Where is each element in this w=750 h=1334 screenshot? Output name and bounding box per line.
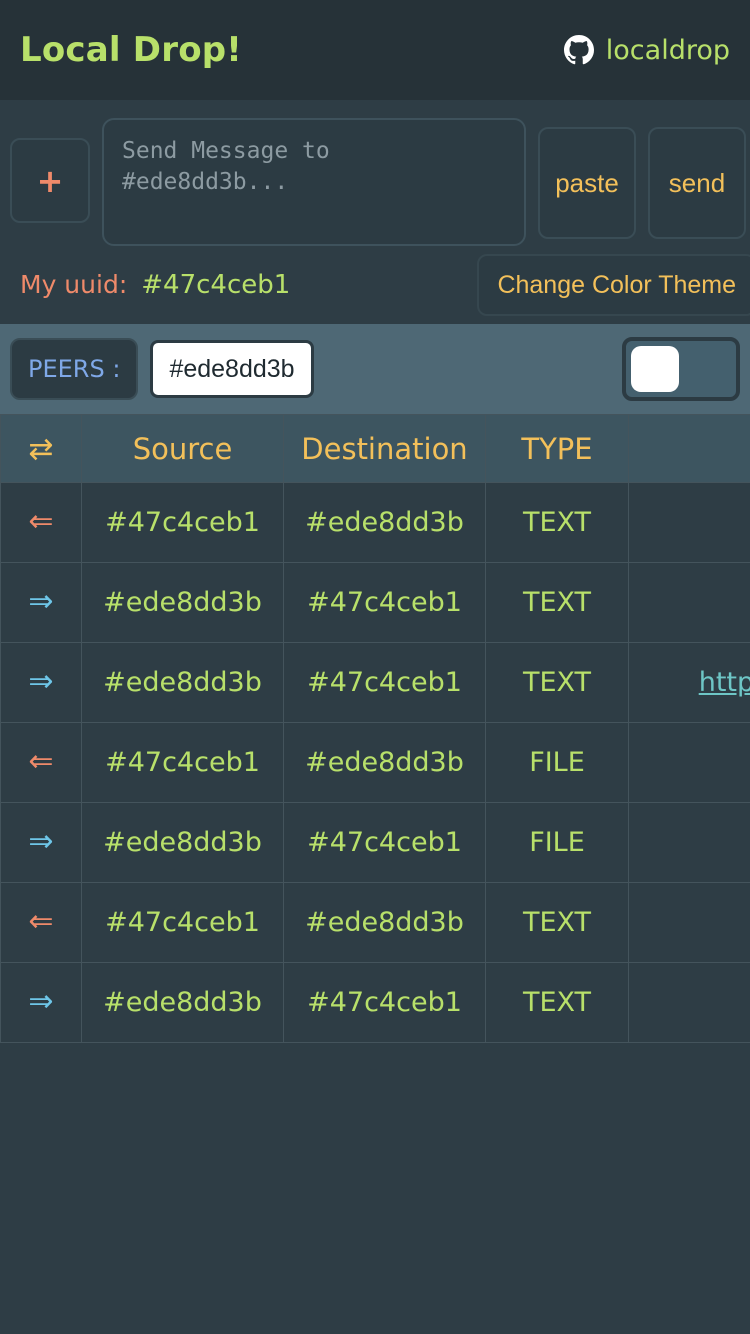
row-type: TEXT [485, 562, 629, 643]
github-icon [563, 35, 594, 65]
row-source: #ede8dd3b [81, 962, 284, 1043]
row-direction: ⇒ [0, 642, 82, 723]
row-type: FILE [485, 722, 629, 803]
transfer-log-table: ⇄ Source Destination TYPE Content ⇐ #47c… [0, 414, 750, 1043]
change-color-theme-button[interactable]: Change Color Theme [477, 254, 750, 316]
arrow-incoming-icon: ⇒ [28, 584, 54, 619]
row-source: #47c4ceb1 [81, 482, 284, 563]
uuid-label: My uuid: [20, 270, 128, 299]
github-label: localdrop [605, 34, 730, 66]
row-source: #ede8dd3b [81, 562, 284, 643]
row-type: FILE [485, 802, 629, 883]
page-title: Local Drop! [20, 30, 243, 70]
table-row[interactable]: ⇒ #ede8dd3b #47c4ceb1 TEXT Message recei… [0, 562, 750, 643]
table-row[interactable]: ⇐ #47c4ceb1 #ede8dd3b FILE temp_25.png [0, 722, 750, 803]
github-link[interactable]: localdrop [563, 34, 730, 66]
add-file-button[interactable]: + [10, 138, 90, 223]
arrow-incoming-icon: ⇒ [28, 984, 54, 1019]
row-direction: ⇒ [0, 962, 82, 1043]
table-header-row: ⇄ Source Destination TYPE Content [0, 414, 750, 483]
row-destination: #ede8dd3b [283, 882, 486, 963]
row-type: TEXT [485, 962, 629, 1043]
row-direction: ⇐ [0, 482, 82, 563]
row-type: TEXT [485, 482, 629, 563]
toggle-knob [631, 346, 679, 392]
arrow-outgoing-icon: ⇐ [28, 504, 54, 539]
plus-icon: + [36, 161, 64, 200]
row-destination: #47c4ceb1 [283, 642, 486, 723]
uuid-value[interactable]: #47c4ceb1 [141, 270, 290, 300]
row-destination: #47c4ceb1 [283, 802, 486, 883]
row-direction: ⇒ [0, 562, 82, 643]
empty-area [0, 1043, 750, 1334]
compose-bar: + paste send [0, 100, 750, 246]
arrow-incoming-icon: ⇒ [28, 664, 54, 699]
arrow-incoming-icon: ⇒ [28, 824, 54, 859]
table-row[interactable]: ⇒ #ede8dd3b #47c4ceb1 FILE passport.pdf [0, 802, 750, 883]
send-button[interactable]: send [648, 127, 746, 239]
row-content[interactable]: temp_25.png [628, 722, 750, 803]
identity-bar: My uuid: #47c4ceb1 Change Color Theme [0, 246, 750, 324]
exchange-arrows-icon: ⇄ [28, 431, 54, 467]
row-destination: #47c4ceb1 [283, 962, 486, 1043]
row-content[interactable]: Hello, world! [628, 482, 750, 563]
peers-toggle[interactable] [622, 337, 740, 401]
row-destination: #ede8dd3b [283, 722, 486, 803]
table-row[interactable]: ⇒ #ede8dd3b #47c4ceb1 TEXT Hello~ [0, 962, 750, 1043]
column-header-direction[interactable]: ⇄ [0, 414, 82, 483]
column-header-type[interactable]: TYPE [485, 414, 629, 483]
message-input[interactable] [102, 118, 526, 246]
row-type: TEXT [485, 882, 629, 963]
row-source: #ede8dd3b [81, 642, 284, 723]
row-direction: ⇐ [0, 722, 82, 803]
peer-chip-selected[interactable]: #ede8dd3b [150, 340, 314, 398]
arrow-outgoing-icon: ⇐ [28, 904, 54, 939]
transfer-log-table-wrapper[interactable]: ⇄ Source Destination TYPE Content ⇐ #47c… [0, 414, 750, 1043]
column-header-destination[interactable]: Destination [283, 414, 486, 483]
row-source: #47c4ceb1 [81, 722, 284, 803]
row-content[interactable]: passport.pdf [628, 802, 750, 883]
row-content[interactable]: Hello ! [628, 882, 750, 963]
column-header-content[interactable]: Content [628, 414, 750, 483]
content-link[interactable]: https://www.example.com [699, 667, 750, 698]
peers-bar: PEERS : #ede8dd3b [0, 324, 750, 414]
row-content[interactable]: https://www.example.com [628, 642, 750, 723]
arrow-outgoing-icon: ⇐ [28, 744, 54, 779]
table-row[interactable]: ⇐ #47c4ceb1 #ede8dd3b TEXT Hello ! [0, 882, 750, 963]
table-row[interactable]: ⇒ #ede8dd3b #47c4ceb1 TEXT https://www.e… [0, 642, 750, 723]
transfer-log-body: ⇐ #47c4ceb1 #ede8dd3b TEXT Hello, world!… [0, 482, 750, 1043]
peers-label: PEERS : [10, 338, 139, 400]
my-uuid: My uuid: #47c4ceb1 [20, 270, 290, 300]
app-header: Local Drop! localdrop [0, 0, 750, 100]
row-type: TEXT [485, 642, 629, 723]
row-destination: #47c4ceb1 [283, 562, 486, 643]
column-header-source[interactable]: Source [81, 414, 284, 483]
row-content[interactable]: Message received [628, 562, 750, 643]
row-direction: ⇐ [0, 882, 82, 963]
row-destination: #ede8dd3b [283, 482, 486, 563]
row-source: #47c4ceb1 [81, 882, 284, 963]
row-source: #ede8dd3b [81, 802, 284, 883]
row-content[interactable]: Hello~ [628, 962, 750, 1043]
paste-button[interactable]: paste [538, 127, 636, 239]
table-row[interactable]: ⇐ #47c4ceb1 #ede8dd3b TEXT Hello, world! [0, 482, 750, 563]
row-direction: ⇒ [0, 802, 82, 883]
